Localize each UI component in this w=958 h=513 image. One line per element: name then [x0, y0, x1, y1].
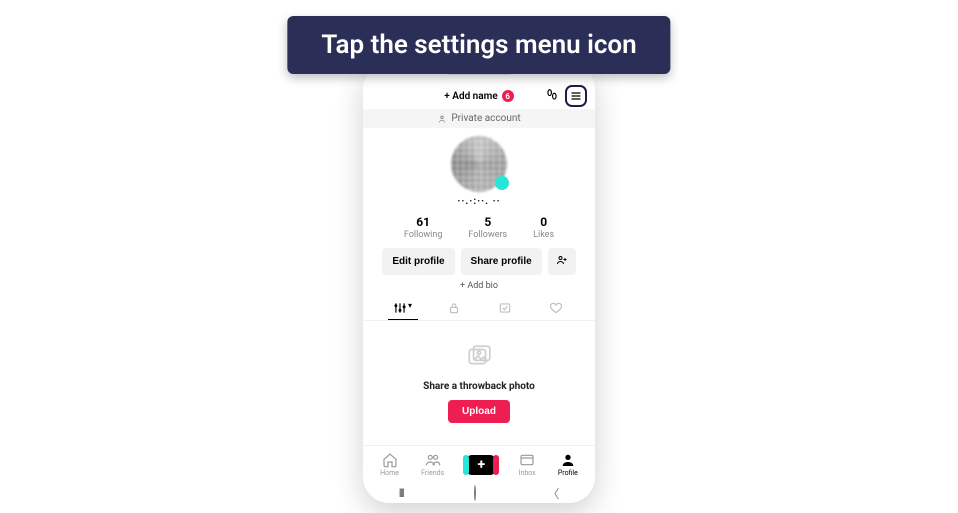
- add-name-label: + Add name: [444, 91, 497, 102]
- upload-button[interactable]: Upload: [448, 400, 510, 423]
- avatar-add-badge[interactable]: [495, 176, 509, 190]
- bottom-nav: Home Friends + Inbox Profile: [363, 445, 595, 483]
- nav-profile-label: Profile: [558, 469, 578, 477]
- home-icon: [382, 452, 398, 468]
- inbox-icon: [519, 452, 535, 468]
- stat-likes-label: Likes: [533, 230, 554, 240]
- add-friend-button[interactable]: [548, 248, 576, 275]
- friends-icon: [425, 452, 441, 468]
- private-account-label: Private account: [451, 113, 520, 124]
- lock-icon: [447, 301, 461, 315]
- phone-frame: + Add name 6 Private account ··.·:··. ··…: [363, 63, 595, 503]
- hamburger-icon: [570, 90, 582, 102]
- nav-friends[interactable]: Friends: [421, 452, 444, 477]
- profile-action-row: Edit profile Share profile: [363, 248, 595, 275]
- footprints-icon[interactable]: [545, 88, 559, 105]
- nav-inbox-label: Inbox: [519, 469, 536, 477]
- add-bio-button[interactable]: + Add bio: [363, 281, 595, 291]
- android-system-nav: III 〈: [363, 483, 595, 503]
- avatar-wrap: [363, 136, 595, 192]
- notification-badge: 6: [502, 90, 514, 102]
- stat-following[interactable]: 61 Following: [404, 215, 443, 240]
- sys-recents-button[interactable]: III: [399, 486, 403, 500]
- instruction-banner: Tap the settings menu icon: [287, 16, 670, 74]
- nav-friends-label: Friends: [421, 469, 444, 477]
- sys-back-button[interactable]: 〈: [547, 485, 559, 502]
- add-name-button[interactable]: + Add name 6: [444, 90, 513, 102]
- tab-private[interactable]: [439, 301, 469, 321]
- stat-followers-num: 5: [468, 215, 507, 229]
- profile-icon: [560, 452, 576, 468]
- sliders-icon: [393, 301, 407, 315]
- tab-liked[interactable]: [541, 301, 571, 321]
- sys-home-button[interactable]: [474, 486, 476, 500]
- settings-menu-button[interactable]: [565, 85, 587, 107]
- empty-state: Share a throwback photo Upload: [363, 321, 595, 445]
- edit-profile-button[interactable]: Edit profile: [382, 248, 454, 275]
- stat-followers-label: Followers: [468, 230, 507, 240]
- picture-icon: [466, 343, 492, 373]
- bookmark-icon: [498, 301, 512, 315]
- nav-home[interactable]: Home: [380, 452, 399, 477]
- nav-inbox[interactable]: Inbox: [519, 452, 536, 477]
- tab-reposts[interactable]: [490, 301, 520, 321]
- content-tabs: ▾: [363, 301, 595, 321]
- stat-likes[interactable]: 0 Likes: [533, 215, 554, 240]
- stat-likes-num: 0: [533, 215, 554, 229]
- tab-feed[interactable]: ▾: [388, 301, 418, 321]
- stat-following-label: Following: [404, 230, 443, 240]
- share-profile-button[interactable]: Share profile: [461, 248, 542, 275]
- chevron-down-icon: ▾: [408, 301, 412, 315]
- profile-header-row: + Add name 6: [363, 83, 595, 109]
- stat-following-num: 61: [404, 215, 443, 229]
- nav-create-button[interactable]: +: [466, 455, 496, 475]
- heart-icon: [549, 301, 563, 315]
- header-right-controls: [545, 83, 587, 109]
- nav-home-label: Home: [380, 469, 399, 477]
- person-plus-icon: [556, 254, 568, 266]
- nav-profile[interactable]: Profile: [558, 452, 578, 477]
- private-account-strip: Private account: [363, 109, 595, 128]
- username-text: ··.·:··. ··: [363, 196, 595, 207]
- empty-state-message: Share a throwback photo: [423, 381, 535, 392]
- stat-followers[interactable]: 5 Followers: [468, 215, 507, 240]
- plus-icon: +: [478, 458, 486, 472]
- lock-person-icon: [437, 114, 447, 124]
- stats-row: 61 Following 5 Followers 0 Likes: [363, 215, 595, 240]
